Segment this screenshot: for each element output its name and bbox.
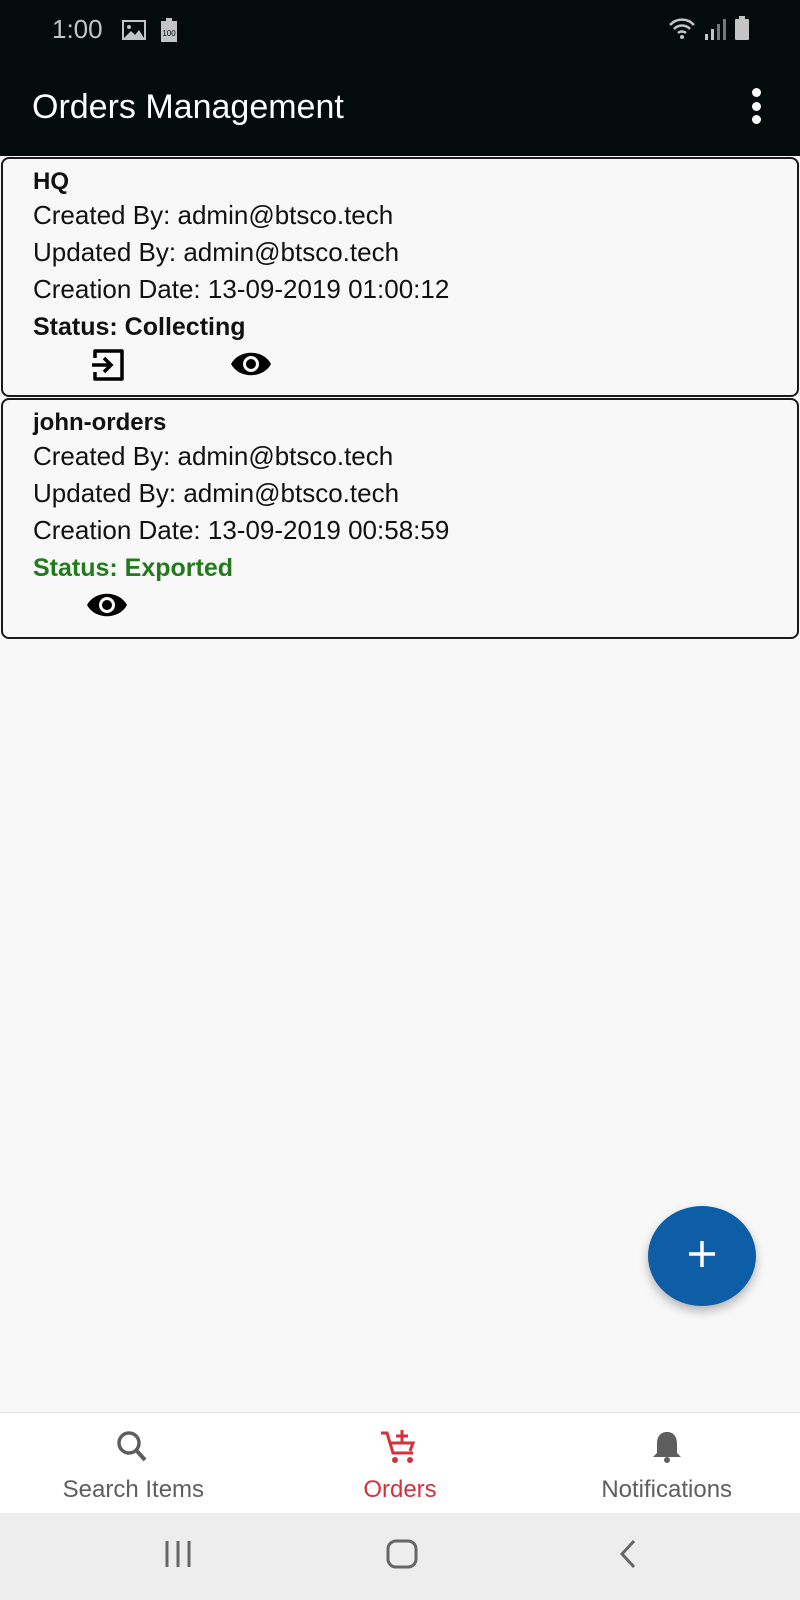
order-updated-by: Updated By: admin@btsco.tech — [33, 478, 400, 508]
order-created-by: Created By: admin@btsco.tech — [33, 441, 394, 471]
back-icon[interactable] — [618, 1539, 638, 1574]
order-created-by: Created By: admin@btsco.tech — [33, 200, 394, 230]
tab-notifications[interactable]: Notifications — [533, 1413, 800, 1513]
status-time: 1:00 — [52, 14, 103, 44]
app-bar: Orders Management — [0, 58, 800, 156]
tab-label: Orders — [363, 1476, 437, 1503]
order-status: Status: Collecting — [33, 313, 246, 341]
order-name: HQ — [33, 168, 69, 195]
tab-orders[interactable]: Orders — [267, 1413, 534, 1513]
wifi-icon — [668, 16, 696, 45]
order-creation-date: Creation Date: 13-09-2019 00:58:59 — [33, 515, 450, 545]
signal-icon — [704, 18, 726, 45]
battery-icon — [734, 16, 750, 45]
bell-icon — [649, 1429, 685, 1470]
recent-apps-icon[interactable] — [163, 1539, 193, 1574]
system-navigation-bar — [0, 1513, 800, 1600]
order-name: john-orders — [33, 409, 167, 436]
plus-icon — [687, 1239, 717, 1274]
svg-text:100: 100 — [162, 29, 176, 38]
home-icon[interactable] — [386, 1539, 418, 1574]
tab-label: Search Items — [62, 1476, 205, 1503]
image-icon — [122, 20, 146, 45]
export-icon[interactable] — [89, 348, 125, 387]
cart-add-icon — [379, 1429, 421, 1470]
tab-label: Notifications — [601, 1476, 733, 1503]
more-vert-icon[interactable] — [750, 88, 762, 124]
bottom-navigation: Search Items Orders Notifications — [0, 1412, 800, 1513]
view-icon[interactable] — [229, 350, 273, 383]
order-creation-date: Creation Date: 13-09-2019 01:00:12 — [33, 274, 450, 304]
status-bar: 1:00 100 — [0, 0, 800, 58]
add-order-button[interactable] — [648, 1206, 756, 1306]
page-title: Orders Management — [32, 88, 344, 126]
tab-search-items[interactable]: Search Items — [0, 1413, 267, 1513]
order-card[interactable]: john-orders Created By: admin@btsco.tech… — [1, 398, 799, 639]
order-updated-by: Updated By: admin@btsco.tech — [33, 237, 400, 267]
order-status: Status: Exported — [33, 554, 234, 582]
search-icon — [113, 1429, 153, 1470]
battery-saver-100-icon: 100 — [160, 18, 178, 47]
order-card[interactable]: HQ Created By: admin@btsco.tech Updated … — [1, 157, 799, 397]
view-icon[interactable] — [85, 591, 129, 624]
